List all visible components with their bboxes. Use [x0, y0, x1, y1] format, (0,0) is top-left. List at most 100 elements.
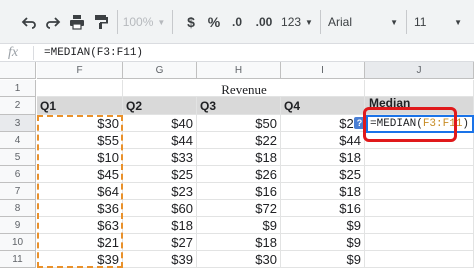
- data-cell[interactable]: $63: [37, 217, 123, 234]
- more-formats-button[interactable]: 123 ▼: [279, 11, 315, 33]
- formula-bar-divider: [33, 46, 34, 60]
- data-cell[interactable]: $55: [37, 132, 123, 149]
- percent-format-button[interactable]: %: [204, 11, 224, 33]
- zoom-value: 100%: [122, 15, 154, 29]
- data-cell[interactable]: $16: [197, 183, 281, 200]
- data-cell[interactable]: $72: [197, 200, 281, 217]
- data-cell[interactable]: $33: [123, 149, 197, 166]
- cell[interactable]: [365, 80, 474, 97]
- chevron-down-icon: ▼: [305, 17, 313, 27]
- currency-label: $: [187, 14, 195, 30]
- data-cell[interactable]: $25: [281, 166, 365, 183]
- formula-function: =MEDIAN(: [370, 118, 423, 130]
- percent-label: %: [207, 14, 221, 30]
- row-header[interactable]: 4: [0, 132, 36, 149]
- median-cell[interactable]: [365, 149, 474, 166]
- column-header-i[interactable]: I: [281, 62, 365, 79]
- data-cell[interactable]: $9: [281, 251, 365, 268]
- median-cell[interactable]: [365, 132, 474, 149]
- column-header-g[interactable]: G: [123, 62, 197, 79]
- select-all-corner[interactable]: [0, 62, 36, 79]
- toolbar-divider: [320, 10, 321, 34]
- data-cell[interactable]: $10: [37, 149, 123, 166]
- print-icon[interactable]: [66, 11, 88, 33]
- data-cell[interactable]: $64: [37, 183, 123, 200]
- data-cell[interactable]: $9: [197, 217, 281, 234]
- data-cell[interactable]: $30: [197, 251, 281, 268]
- data-cell[interactable]: $36: [37, 200, 123, 217]
- formula-help-icon[interactable]: ?: [354, 117, 365, 129]
- chevron-down-icon: ▼: [157, 17, 166, 27]
- data-cell[interactable]: $18: [123, 217, 197, 234]
- data-cell[interactable]: $40: [123, 115, 197, 132]
- header-cell-q1[interactable]: Q1: [37, 97, 123, 115]
- fx-icon: fx: [8, 45, 19, 60]
- row-header[interactable]: 3: [0, 115, 36, 132]
- median-header-label: Median: [369, 96, 411, 110]
- decrease-decimal-label: .0: [231, 15, 242, 29]
- font-select[interactable]: Arial ▼: [328, 11, 402, 33]
- data-cell[interactable]: $21: [37, 234, 123, 251]
- data-cell[interactable]: $9: [281, 234, 365, 251]
- data-cell[interactable]: $23: [123, 183, 197, 200]
- formula-bar: fx =MEDIAN(F3:F11): [0, 44, 474, 62]
- data-cell[interactable]: $44: [123, 132, 197, 149]
- row-header[interactable]: 1: [0, 80, 36, 97]
- toolbar: 100% ▼ $ % .0 .00 123 ▼ Arial ▼ 11 ▼: [0, 0, 474, 44]
- sheet-title: Revenue: [221, 81, 267, 97]
- column-header-j[interactable]: J: [365, 62, 474, 79]
- data-cell[interactable]: $30: [37, 115, 123, 132]
- data-cell[interactable]: $50: [197, 115, 281, 132]
- data-cell[interactable]: $9: [281, 217, 365, 234]
- data-cell[interactable]: $18: [197, 234, 281, 251]
- data-cell[interactable]: $26: [197, 166, 281, 183]
- paint-format-icon[interactable]: [90, 11, 112, 33]
- row-header[interactable]: 5: [0, 149, 36, 166]
- data-cell[interactable]: $22: [197, 132, 281, 149]
- more-formats-label: 123: [281, 15, 302, 29]
- data-cell[interactable]: $60: [123, 200, 197, 217]
- median-cell[interactable]: [365, 200, 474, 217]
- data-cell[interactable]: $25: [123, 166, 197, 183]
- cell-editor[interactable]: =MEDIAN(F3:F11): [366, 115, 474, 133]
- row-header[interactable]: 10: [0, 234, 36, 251]
- data-cell[interactable]: $18: [281, 183, 365, 200]
- row-header[interactable]: 7: [0, 183, 36, 200]
- header-cell-q4[interactable]: Q4: [281, 97, 365, 115]
- increase-decimal-button[interactable]: .00: [251, 11, 277, 33]
- formula-input[interactable]: =MEDIAN(F3:F11): [44, 44, 143, 62]
- decrease-decimal-button[interactable]: .0: [226, 11, 248, 33]
- median-cell[interactable]: [365, 217, 474, 234]
- redo-icon[interactable]: [42, 11, 64, 33]
- row-header[interactable]: 8: [0, 200, 36, 217]
- row-header[interactable]: 6: [0, 166, 36, 183]
- median-cell[interactable]: [365, 251, 474, 268]
- chevron-down-icon: ▼: [390, 17, 398, 27]
- row-header[interactable]: 2: [0, 97, 36, 115]
- data-cell[interactable]: $39: [123, 251, 197, 268]
- font-size-select[interactable]: 11 ▼: [414, 11, 466, 33]
- header-cell-q2[interactable]: Q2: [123, 97, 197, 115]
- median-cell[interactable]: [365, 183, 474, 200]
- chevron-down-icon: ▼: [454, 17, 462, 27]
- data-cell[interactable]: $27: [123, 234, 197, 251]
- row-header[interactable]: 9: [0, 217, 36, 234]
- header-cell-q3[interactable]: Q3: [197, 97, 281, 115]
- row-header[interactable]: 11: [0, 251, 36, 268]
- zoom-select[interactable]: 100% ▼: [122, 11, 166, 33]
- data-cell[interactable]: $18: [197, 149, 281, 166]
- data-cell[interactable]: $45: [37, 166, 123, 183]
- data-cell[interactable]: $18: [281, 149, 365, 166]
- currency-format-button[interactable]: $: [181, 11, 201, 33]
- data-cell[interactable]: $44: [281, 132, 365, 149]
- cell[interactable]: [37, 80, 123, 97]
- data-cell[interactable]: $16: [281, 200, 365, 217]
- column-header-f[interactable]: F: [37, 62, 123, 79]
- median-cell[interactable]: [365, 166, 474, 183]
- toolbar-divider: [406, 10, 407, 34]
- median-cell[interactable]: [365, 234, 474, 251]
- data-cell[interactable]: $39: [37, 251, 123, 268]
- column-header-h[interactable]: H: [197, 62, 281, 79]
- data-cell[interactable]: $20: [281, 115, 365, 132]
- undo-icon[interactable]: [18, 11, 40, 33]
